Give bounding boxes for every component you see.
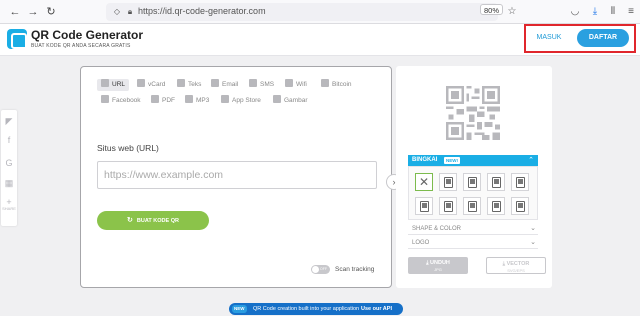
scan-tracking-label: Scan tracking <box>335 266 375 273</box>
api-link[interactable]: Use our API <box>361 303 392 315</box>
facebook-icon <box>101 95 109 103</box>
vector-download-button[interactable]: ⤓ VECTOR SVG/EPS <box>486 257 546 274</box>
url-text: https://id.qr-code-generator.com <box>138 6 266 16</box>
tab-vcard[interactable]: vCard <box>137 79 165 91</box>
frame-icon <box>444 177 453 188</box>
frame-option[interactable] <box>511 197 529 215</box>
frame-option-none[interactable]: ✕ <box>415 173 433 191</box>
email-icon <box>211 79 219 87</box>
frame-option[interactable] <box>463 197 481 215</box>
appstore-icon <box>221 95 229 103</box>
frame-option[interactable] <box>487 173 505 191</box>
vcard-icon <box>137 79 145 87</box>
frame-icon <box>468 201 477 212</box>
frame-icon <box>492 177 501 188</box>
link-icon <box>101 79 109 87</box>
pocket-icon[interactable]: ◡ <box>568 5 582 19</box>
forward-icon[interactable]: → <box>26 5 40 19</box>
frame-icon <box>492 201 501 212</box>
frame-option[interactable] <box>439 173 457 191</box>
refresh-icon: ↻ <box>127 217 133 224</box>
tab-mp3[interactable]: MP3 <box>185 95 209 107</box>
frame-options: ✕ <box>408 166 538 220</box>
login-button[interactable]: MASUK <box>530 30 568 46</box>
tab-pdf[interactable]: PDF <box>151 95 175 107</box>
close-icon: ✕ <box>418 175 430 189</box>
logo-icon[interactable] <box>7 29 27 49</box>
google-icon[interactable]: G <box>4 158 14 168</box>
frame-icon <box>516 177 525 188</box>
tab-sms[interactable]: SMS <box>249 79 274 91</box>
tab-facebook[interactable]: Facebook <box>101 95 141 107</box>
signup-button[interactable]: DAFTAR <box>577 29 629 47</box>
tab-email[interactable]: Email <box>211 79 238 91</box>
url-input[interactable] <box>97 161 377 189</box>
api-banner-text: QR Code creation built into your applica… <box>253 306 360 312</box>
frame-title: BINGKAI <box>412 157 438 163</box>
download-button[interactable]: ⤓ UNDUH JPG <box>408 257 468 274</box>
bookmark-star-icon[interactable]: ☆ <box>505 5 519 19</box>
frame-section-header[interactable]: BINGKAI NEW! ⌃ <box>408 155 538 166</box>
frame-icon <box>516 201 525 212</box>
shield-icon[interactable]: ◇ <box>110 5 124 19</box>
lock-icon[interactable]: 🔒︎ <box>123 5 137 19</box>
frame-option[interactable] <box>511 173 529 191</box>
sms-icon <box>249 79 257 87</box>
frame-option[interactable] <box>463 173 481 191</box>
tab-appstore[interactable]: App Store <box>221 95 261 107</box>
preview-panel: BINGKAI NEW! ⌃ ✕ SHAPE & COLOR ⌄ LOGO ⌄ ⤓ … <box>396 66 552 288</box>
site-subtitle: BUAT KODE QR ANDA SECARA GRATIS <box>31 43 131 49</box>
reload-icon[interactable]: ↻ <box>44 5 58 19</box>
tab-text[interactable]: Teks <box>177 79 201 91</box>
generate-qr-button[interactable]: ↻ BUAT KODE QR <box>97 211 209 230</box>
logo-section[interactable]: LOGO ⌄ <box>408 237 538 249</box>
menu-icon[interactable]: ≡ <box>624 5 638 19</box>
new-badge: NEW <box>232 305 247 313</box>
library-icon[interactable]: ⦀ <box>606 5 620 19</box>
url-field-label: Situs web (URL) <box>97 143 159 153</box>
bitcoin-icon <box>321 79 329 87</box>
print-icon[interactable]: ▦ <box>4 178 14 188</box>
chevron-down-icon: ⌄ <box>530 225 536 232</box>
frame-option[interactable] <box>439 197 457 215</box>
browser-toolbar: ← → ↻ ◇ 🔒︎ https://id.qr-code-generator.… <box>0 0 640 24</box>
shape-color-section[interactable]: SHAPE & COLOR ⌄ <box>408 223 538 235</box>
tab-bitcoin[interactable]: Bitcoin <box>321 79 352 91</box>
api-banner[interactable]: NEW QR Code creation built into your app… <box>229 303 403 315</box>
site-title[interactable]: QR Code Generator <box>31 28 143 42</box>
pdf-icon <box>151 95 159 103</box>
frame-option[interactable] <box>415 197 433 215</box>
image-icon <box>273 95 281 103</box>
mp3-icon <box>185 95 193 103</box>
download-icon[interactable]: ⤓ <box>588 5 602 19</box>
chevron-up-icon: ⌃ <box>528 157 534 164</box>
frame-icon <box>468 177 477 188</box>
frame-option[interactable] <box>487 197 505 215</box>
text-icon <box>177 79 185 87</box>
zoom-level[interactable]: 80% <box>480 4 504 15</box>
chevron-down-icon: ⌄ <box>530 239 536 246</box>
new-badge: NEW! <box>444 157 460 164</box>
address-bar[interactable]: ◇ 🔒︎ https://id.qr-code-generator.com <box>106 3 498 21</box>
qr-code-preview <box>446 86 500 140</box>
content-panel: URL vCard Teks Email SMS Wifi Bitcoin Fa… <box>80 66 392 288</box>
share-count: SHARE <box>2 206 16 211</box>
facebook-icon[interactable]: f <box>4 135 14 145</box>
back-icon[interactable]: ← <box>8 5 22 19</box>
wifi-icon <box>285 79 293 87</box>
tab-wifi[interactable]: Wifi <box>285 79 307 91</box>
frame-icon <box>420 201 429 212</box>
tab-image[interactable]: Gambar <box>273 95 307 107</box>
frame-icon <box>444 201 453 212</box>
tab-url[interactable]: URL <box>97 79 130 91</box>
scan-tracking-toggle[interactable]: OFF <box>311 265 330 274</box>
twitter-icon[interactable]: ◤ <box>4 116 14 126</box>
